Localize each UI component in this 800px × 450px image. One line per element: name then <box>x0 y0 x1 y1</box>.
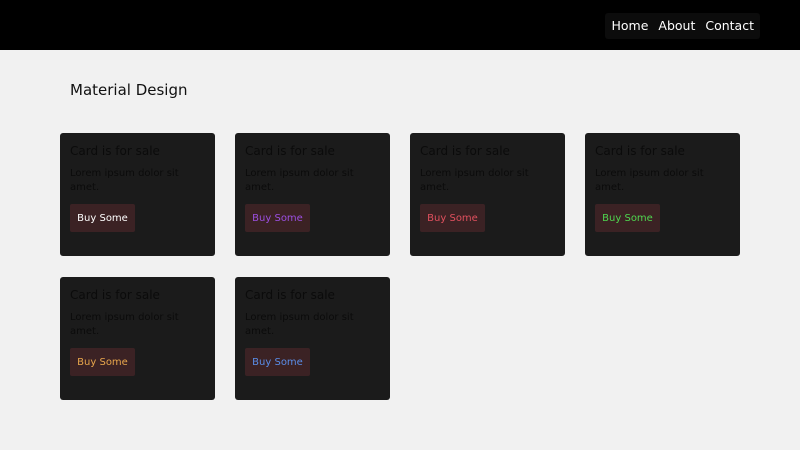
card-title: Card is for sale <box>245 144 335 158</box>
product-card: Card is for sale Lorem ipsum dolor sit a… <box>60 277 215 400</box>
main-nav: Home About Contact <box>605 13 760 39</box>
top-app-bar: Home About Contact <box>0 0 800 50</box>
card-text: Lorem ipsum dolor sit amet. <box>70 168 179 193</box>
buy-some-button[interactable]: Buy Some <box>245 204 310 232</box>
buy-some-button[interactable]: Buy Some <box>70 204 135 232</box>
product-card: Card is for sale Lorem ipsum dolor sit a… <box>235 277 390 400</box>
buy-some-button[interactable]: Buy Some <box>420 204 485 232</box>
card-title: Card is for sale <box>245 288 335 302</box>
card-text: Lorem ipsum dolor sit amet. <box>420 168 529 193</box>
product-card: Card is for sale Lorem ipsum dolor sit a… <box>235 133 390 256</box>
card-text: Lorem ipsum dolor sit amet. <box>245 168 354 193</box>
card-text: Lorem ipsum dolor sit amet. <box>245 312 354 337</box>
card-title: Card is for sale <box>70 144 160 158</box>
product-card: Card is for sale Lorem ipsum dolor sit a… <box>585 133 740 256</box>
buy-some-button[interactable]: Buy Some <box>70 348 135 376</box>
card-text: Lorem ipsum dolor sit amet. <box>595 168 704 193</box>
product-card: Card is for sale Lorem ipsum dolor sit a… <box>60 133 215 256</box>
nav-about-link[interactable]: About <box>655 15 698 37</box>
page-title: Material Design <box>70 81 188 99</box>
buy-some-button[interactable]: Buy Some <box>595 204 660 232</box>
buy-some-button[interactable]: Buy Some <box>245 348 310 376</box>
nav-contact-link[interactable]: Contact <box>702 15 757 37</box>
product-card: Card is for sale Lorem ipsum dolor sit a… <box>410 133 565 256</box>
card-title: Card is for sale <box>70 288 160 302</box>
card-text: Lorem ipsum dolor sit amet. <box>70 312 179 337</box>
card-title: Card is for sale <box>420 144 510 158</box>
card-title: Card is for sale <box>595 144 685 158</box>
nav-home-link[interactable]: Home <box>608 15 651 37</box>
